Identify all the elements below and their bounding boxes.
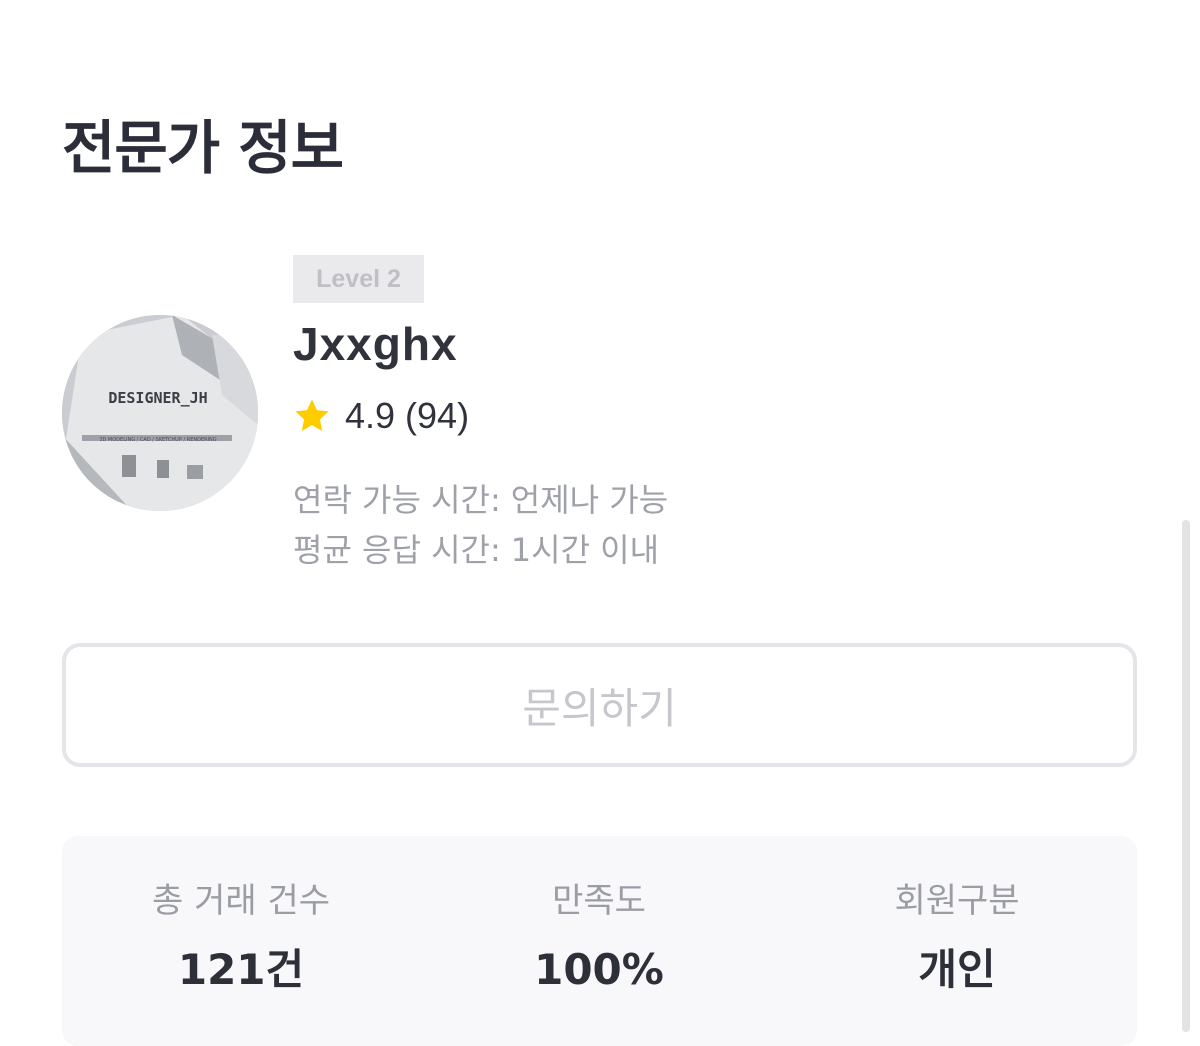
response-time-label: 평균 응답 시간: [293, 531, 501, 569]
star-icon [295, 399, 329, 432]
response-time: 평균 응답 시간: 1시간 이내 [293, 525, 659, 571]
avatar-image: DESIGNER_JH 3D MODELING / CAD / SKETCHUP… [62, 315, 258, 511]
rating: 4.9 (94) [293, 395, 469, 437]
stat-value: 개인 [918, 945, 996, 994]
review-count: (94) [405, 395, 470, 436]
stats-panel: 총 거래 건수 121건 만족도 100% 회원구분 개인 [62, 836, 1137, 1046]
contact-time-value: 언제나 가능 [510, 481, 669, 519]
stat-value: 100% [534, 945, 664, 994]
stat-label: 총 거래 건수 [151, 881, 330, 921]
response-time-value: 1시간 이내 [510, 531, 660, 569]
expert-name[interactable]: Jxxghx [293, 317, 458, 371]
avatar-text: DESIGNER_JH [108, 389, 207, 407]
rating-score: 4.9 [345, 395, 396, 436]
contact-time-label: 연락 가능 시간: [293, 481, 501, 519]
stat-total-transactions: 총 거래 건수 121건 [62, 876, 420, 998]
avatar-subtext: 3D MODELING / CAD / SKETCHUP / RENDERING [99, 437, 216, 443]
inquiry-button[interactable]: 문의하기 [62, 643, 1137, 767]
expert-profile: DESIGNER_JH 3D MODELING / CAD / SKETCHUP… [62, 255, 1142, 575]
stat-label: 회원구분 [894, 881, 1020, 921]
stat-member-type: 회원구분 개인 [778, 876, 1136, 998]
scrollbar[interactable] [1182, 520, 1190, 1032]
avatar[interactable]: DESIGNER_JH 3D MODELING / CAD / SKETCHUP… [62, 315, 258, 511]
level-badge: Level 2 [293, 255, 424, 303]
stat-satisfaction: 만족도 100% [420, 876, 778, 998]
contact-time: 연락 가능 시간: 언제나 가능 [293, 475, 668, 521]
stat-label: 만족도 [552, 881, 646, 921]
section-title: 전문가 정보 [62, 114, 344, 182]
stat-value: 121건 [177, 945, 305, 994]
